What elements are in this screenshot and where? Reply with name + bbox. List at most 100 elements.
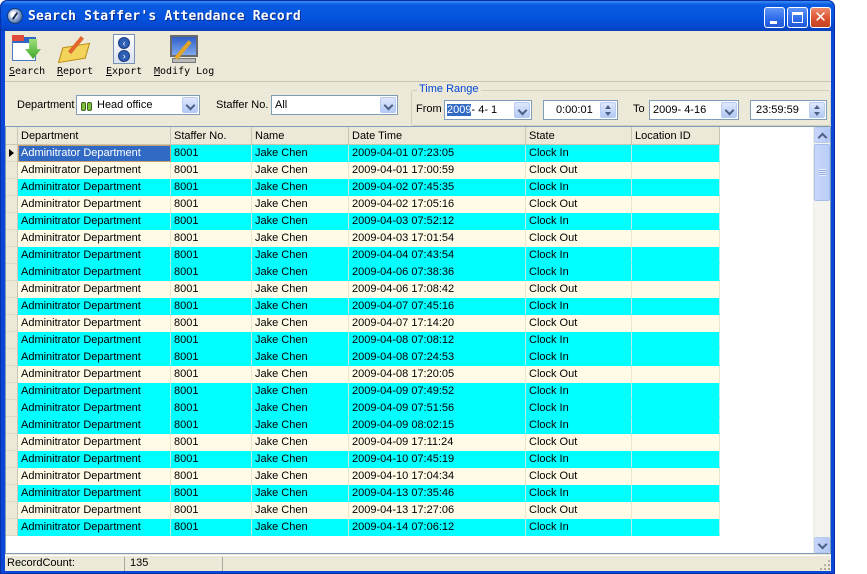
cell-date-time[interactable]: 2009-04-08 17:20:05 — [349, 366, 526, 383]
table-row[interactable]: Adminitrator Department 8001 Jake Chen 2009… — [6, 434, 720, 451]
cell-date-time[interactable]: 2009-04-13 07:35:46 — [349, 485, 526, 502]
table-row[interactable]: Adminitrator Department 8001 Jake Chen 2009… — [6, 468, 720, 485]
cell-department[interactable]: Adminitrator Department — [18, 417, 171, 434]
cell-state[interactable]: Clock Out — [526, 434, 632, 451]
cell-state[interactable]: Clock In — [526, 349, 632, 366]
cell-date-time[interactable]: 2009-04-02 17:05:16 — [349, 196, 526, 213]
cell-location-id[interactable] — [632, 298, 720, 315]
cell-name[interactable]: Jake Chen — [252, 179, 349, 196]
cell-location-id[interactable] — [632, 196, 720, 213]
table-row[interactable]: Adminitrator Department 8001 Jake Chen 2009… — [6, 366, 720, 383]
cell-state[interactable]: Clock In — [526, 247, 632, 264]
close-button[interactable]: ✕ — [810, 7, 831, 28]
scroll-up-icon[interactable] — [814, 127, 830, 143]
cell-name[interactable]: Jake Chen — [252, 162, 349, 179]
cell-staffer-no[interactable]: 8001 — [171, 281, 252, 298]
cell-state[interactable]: Clock In — [526, 417, 632, 434]
table-row[interactable]: Adminitrator Department 8001 Jake Chen 2009… — [6, 400, 720, 417]
cell-state[interactable]: Clock Out — [526, 230, 632, 247]
cell-department[interactable]: Adminitrator Department — [18, 451, 171, 468]
cell-department[interactable]: Adminitrator Department — [18, 298, 171, 315]
cell-staffer-no[interactable]: 8001 — [171, 315, 252, 332]
cell-name[interactable]: Jake Chen — [252, 383, 349, 400]
cell-state[interactable]: Clock In — [526, 179, 632, 196]
cell-location-id[interactable] — [632, 519, 720, 536]
table-row[interactable]: Adminitrator Department 8001 Jake Chen 2009… — [6, 485, 720, 502]
row-selector[interactable] — [6, 264, 18, 281]
modify-log-button[interactable]: Modify Log — [154, 33, 214, 77]
chevron-down-icon[interactable] — [514, 102, 530, 118]
cell-date-time[interactable]: 2009-04-09 08:02:15 — [349, 417, 526, 434]
row-selector[interactable] — [6, 162, 18, 179]
minimize-button[interactable] — [764, 7, 785, 28]
cell-location-id[interactable] — [632, 247, 720, 264]
cell-location-id[interactable] — [632, 264, 720, 281]
cell-state[interactable]: Clock In — [526, 332, 632, 349]
column-header-state[interactable]: State — [526, 127, 632, 145]
column-header-date-time[interactable]: Date Time — [349, 127, 526, 145]
cell-department[interactable]: Adminitrator Department — [18, 145, 171, 162]
cell-state[interactable]: Clock In — [526, 145, 632, 162]
cell-date-time[interactable]: 2009-04-09 07:51:56 — [349, 400, 526, 417]
column-header-department[interactable]: Department — [18, 127, 171, 145]
table-row[interactable]: Adminitrator Department 8001 Jake Chen 2009… — [6, 519, 720, 536]
cell-date-time[interactable]: 2009-04-10 17:04:34 — [349, 468, 526, 485]
to-time-spinner[interactable]: 23:59:59 — [750, 100, 827, 120]
cell-staffer-no[interactable]: 8001 — [171, 400, 252, 417]
cell-location-id[interactable] — [632, 230, 720, 247]
table-row[interactable]: Adminitrator Department 8001 Jake Chen 2009… — [6, 417, 720, 434]
cell-name[interactable]: Jake Chen — [252, 349, 349, 366]
attendance-grid[interactable]: Department Staffer No. Name Date Time St… — [5, 126, 831, 554]
cell-state[interactable]: Clock In — [526, 485, 632, 502]
cell-date-time[interactable]: 2009-04-03 17:01:54 — [349, 230, 526, 247]
table-row[interactable]: Adminitrator Department 8001 Jake Chen 2009… — [6, 213, 720, 230]
cell-location-id[interactable] — [632, 315, 720, 332]
spin-up-down-icon[interactable] — [809, 102, 825, 118]
cell-name[interactable]: Jake Chen — [252, 485, 349, 502]
row-selector[interactable] — [6, 230, 18, 247]
scroll-thumb[interactable] — [814, 144, 830, 201]
cell-location-id[interactable] — [632, 332, 720, 349]
cell-location-id[interactable] — [632, 349, 720, 366]
table-row[interactable]: Adminitrator Department 8001 Jake Chen 2009… — [6, 502, 720, 519]
cell-location-id[interactable] — [632, 281, 720, 298]
cell-staffer-no[interactable]: 8001 — [171, 434, 252, 451]
row-selector[interactable] — [6, 298, 18, 315]
cell-staffer-no[interactable]: 8001 — [171, 417, 252, 434]
cell-name[interactable]: Jake Chen — [252, 451, 349, 468]
cell-department[interactable]: Adminitrator Department — [18, 179, 171, 196]
cell-state[interactable]: Clock Out — [526, 502, 632, 519]
resize-grip-icon[interactable] — [819, 559, 830, 570]
cell-name[interactable]: Jake Chen — [252, 213, 349, 230]
cell-date-time[interactable]: 2009-04-01 17:00:59 — [349, 162, 526, 179]
table-row[interactable]: Adminitrator Department 8001 Jake Chen 2009… — [6, 332, 720, 349]
report-button[interactable]: Report — [57, 33, 93, 77]
cell-department[interactable]: Adminitrator Department — [18, 434, 171, 451]
table-row[interactable]: Adminitrator Department 8001 Jake Chen 2009… — [6, 383, 720, 400]
cell-location-id[interactable] — [632, 417, 720, 434]
table-row[interactable]: Adminitrator Department 8001 Jake Chen 2009… — [6, 162, 720, 179]
vertical-scrollbar[interactable] — [813, 127, 830, 553]
cell-staffer-no[interactable]: 8001 — [171, 485, 252, 502]
cell-location-id[interactable] — [632, 451, 720, 468]
cell-name[interactable]: Jake Chen — [252, 230, 349, 247]
to-date-picker[interactable]: 2009- 4-16 — [649, 100, 739, 120]
row-selector[interactable] — [6, 502, 18, 519]
cell-date-time[interactable]: 2009-04-07 17:14:20 — [349, 315, 526, 332]
cell-date-time[interactable]: 2009-04-07 07:45:16 — [349, 298, 526, 315]
table-row[interactable]: Adminitrator Department 8001 Jake Chen 2009… — [6, 179, 720, 196]
department-combo[interactable]: Head office — [76, 95, 200, 115]
row-selector[interactable] — [6, 400, 18, 417]
cell-staffer-no[interactable]: 8001 — [171, 162, 252, 179]
cell-name[interactable]: Jake Chen — [252, 264, 349, 281]
cell-state[interactable]: Clock Out — [526, 162, 632, 179]
table-row[interactable]: Adminitrator Department 8001 Jake Chen 2009… — [6, 264, 720, 281]
cell-location-id[interactable] — [632, 162, 720, 179]
cell-department[interactable]: Adminitrator Department — [18, 468, 171, 485]
cell-name[interactable]: Jake Chen — [252, 468, 349, 485]
staffer-no-combo[interactable]: All — [271, 95, 398, 115]
cell-staffer-no[interactable]: 8001 — [171, 213, 252, 230]
cell-department[interactable]: Adminitrator Department — [18, 332, 171, 349]
cell-staffer-no[interactable]: 8001 — [171, 298, 252, 315]
table-row[interactable]: Adminitrator Department 8001 Jake Chen 2009… — [6, 451, 720, 468]
